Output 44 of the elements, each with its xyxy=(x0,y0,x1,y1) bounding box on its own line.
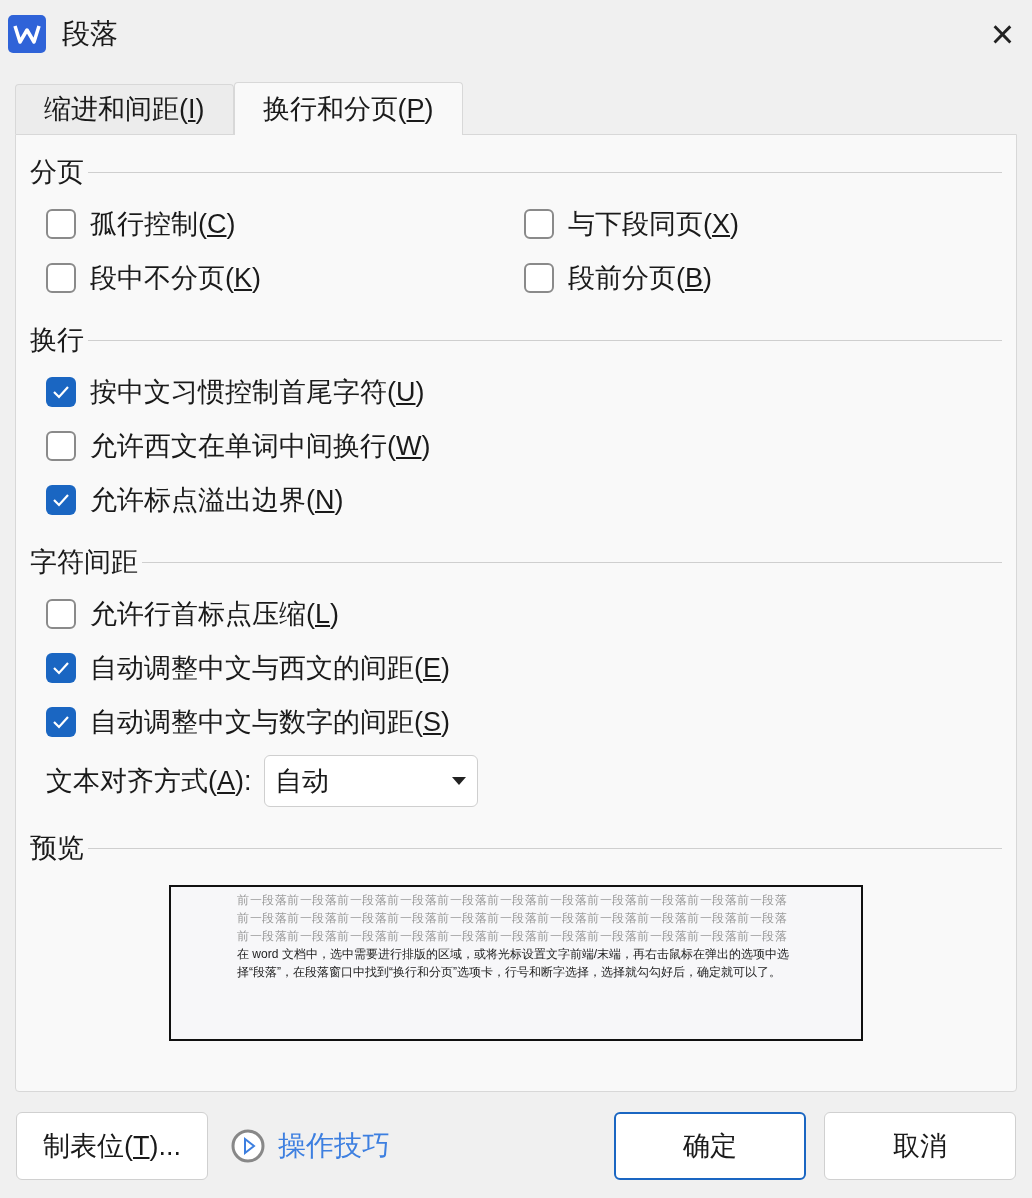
checkbox-label: 允许西文在单词中间换行(W) xyxy=(90,429,431,463)
check-icon xyxy=(52,715,70,729)
checkbox-label: 与下段同页(X) xyxy=(568,207,739,241)
checkbox[interactable] xyxy=(46,485,76,515)
ok-button[interactable]: 确定 xyxy=(614,1112,806,1180)
checkbox-label: 段前分页(B) xyxy=(568,261,712,295)
preview-filler-line: 前一段落前一段落前一段落前一段落前一段落前一段落前一段落前一段落前一段落前一段落前一段落 xyxy=(237,928,788,945)
tab-stops-button[interactable]: 制表位(T)... xyxy=(16,1112,208,1180)
preview-sample-text: 在 word 文档中，选中需要进行排版的区域，或将光标设置文字前端/末端，再右击鼠标在弹出的选项中选择“段落”，在段落窗口中找到“换行和分页”选项卡，行号和断字选择，选择就勾勾好后，确定就可以了。 xyxy=(237,946,790,981)
section-title: 字符间距 xyxy=(30,545,138,579)
checkbox[interactable] xyxy=(46,209,76,239)
checkbox[interactable] xyxy=(46,599,76,629)
align-dropdown[interactable]: 自动 xyxy=(263,755,478,807)
check-icon xyxy=(52,385,70,399)
tab[interactable]: 缩进和间距(I) xyxy=(15,84,234,134)
checkbox[interactable] xyxy=(46,263,76,293)
app-logo-icon xyxy=(8,15,46,53)
cancel-button[interactable]: 取消 xyxy=(824,1112,1016,1180)
checkbox[interactable] xyxy=(524,209,554,239)
preview-filler-line: 前一段落前一段落前一段落前一段落前一段落前一段落前一段落前一段落前一段落前一段落前一段落 xyxy=(237,910,788,927)
play-circle-icon xyxy=(230,1128,266,1164)
checkbox[interactable] xyxy=(524,263,554,293)
close-button[interactable]: × xyxy=(990,14,1014,54)
checkbox[interactable] xyxy=(46,653,76,683)
checkbox-label: 自动调整中文与数字的间距(S) xyxy=(90,705,450,739)
section-title: 预览 xyxy=(30,831,84,865)
window-title: 段落 xyxy=(62,17,118,51)
checkbox-label: 允许行首标点压缩(L) xyxy=(90,597,340,631)
align-label: 文本对齐方式(A): xyxy=(46,764,252,798)
checkbox-label: 自动调整中文与西文的间距(E) xyxy=(90,651,450,685)
checkbox-label: 段中不分页(K) xyxy=(90,261,261,295)
checkbox-label: 按中文习惯控制首尾字符(U) xyxy=(90,375,425,409)
checkbox[interactable] xyxy=(46,707,76,737)
checkbox[interactable] xyxy=(46,431,76,461)
dropdown-caret-icon xyxy=(450,776,467,786)
preview-filler-line: 前一段落前一段落前一段落前一段落前一段落前一段落前一段落前一段落前一段落前一段落前一段落 xyxy=(237,892,788,909)
checkbox-label: 允许标点溢出边界(N) xyxy=(90,483,344,517)
section-title: 分页 xyxy=(30,155,84,189)
check-icon xyxy=(52,661,70,675)
section-title: 换行 xyxy=(30,323,84,357)
checkbox[interactable] xyxy=(46,377,76,407)
checkbox-label: 孤行控制(C) xyxy=(90,207,236,241)
check-icon xyxy=(52,493,70,507)
tab[interactable]: 换行和分页(P) xyxy=(233,82,463,135)
